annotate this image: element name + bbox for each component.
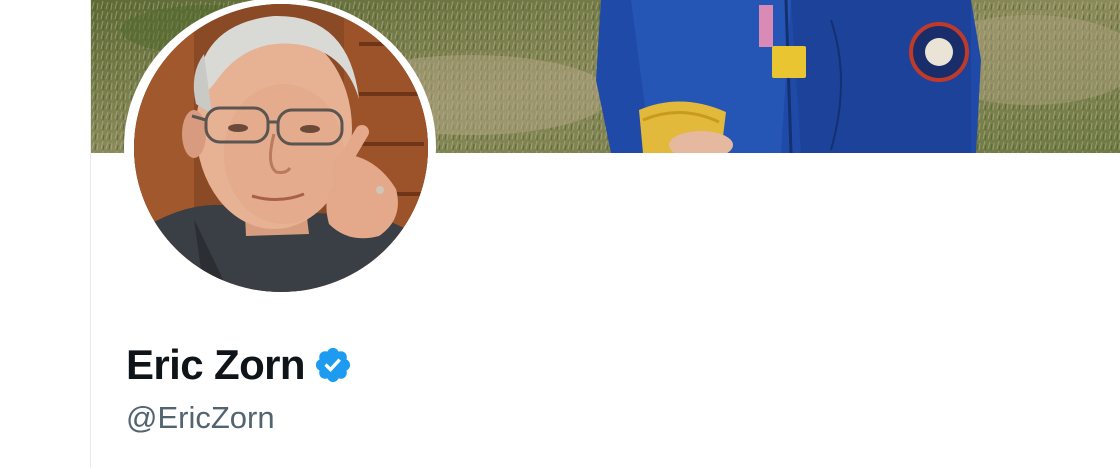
- verified-badge-icon[interactable]: [313, 345, 353, 385]
- profile-name-row: Eric Zorn: [126, 338, 353, 392]
- display-name: Eric Zorn: [126, 341, 306, 388]
- banner-child-figure: [596, 0, 981, 153]
- avatar[interactable]: [134, 4, 428, 292]
- profile-handle: @EricZorn: [126, 400, 275, 435]
- profile-page: Eric Zorn @EricZorn: [0, 0, 1120, 468]
- left-gutter: [0, 0, 90, 468]
